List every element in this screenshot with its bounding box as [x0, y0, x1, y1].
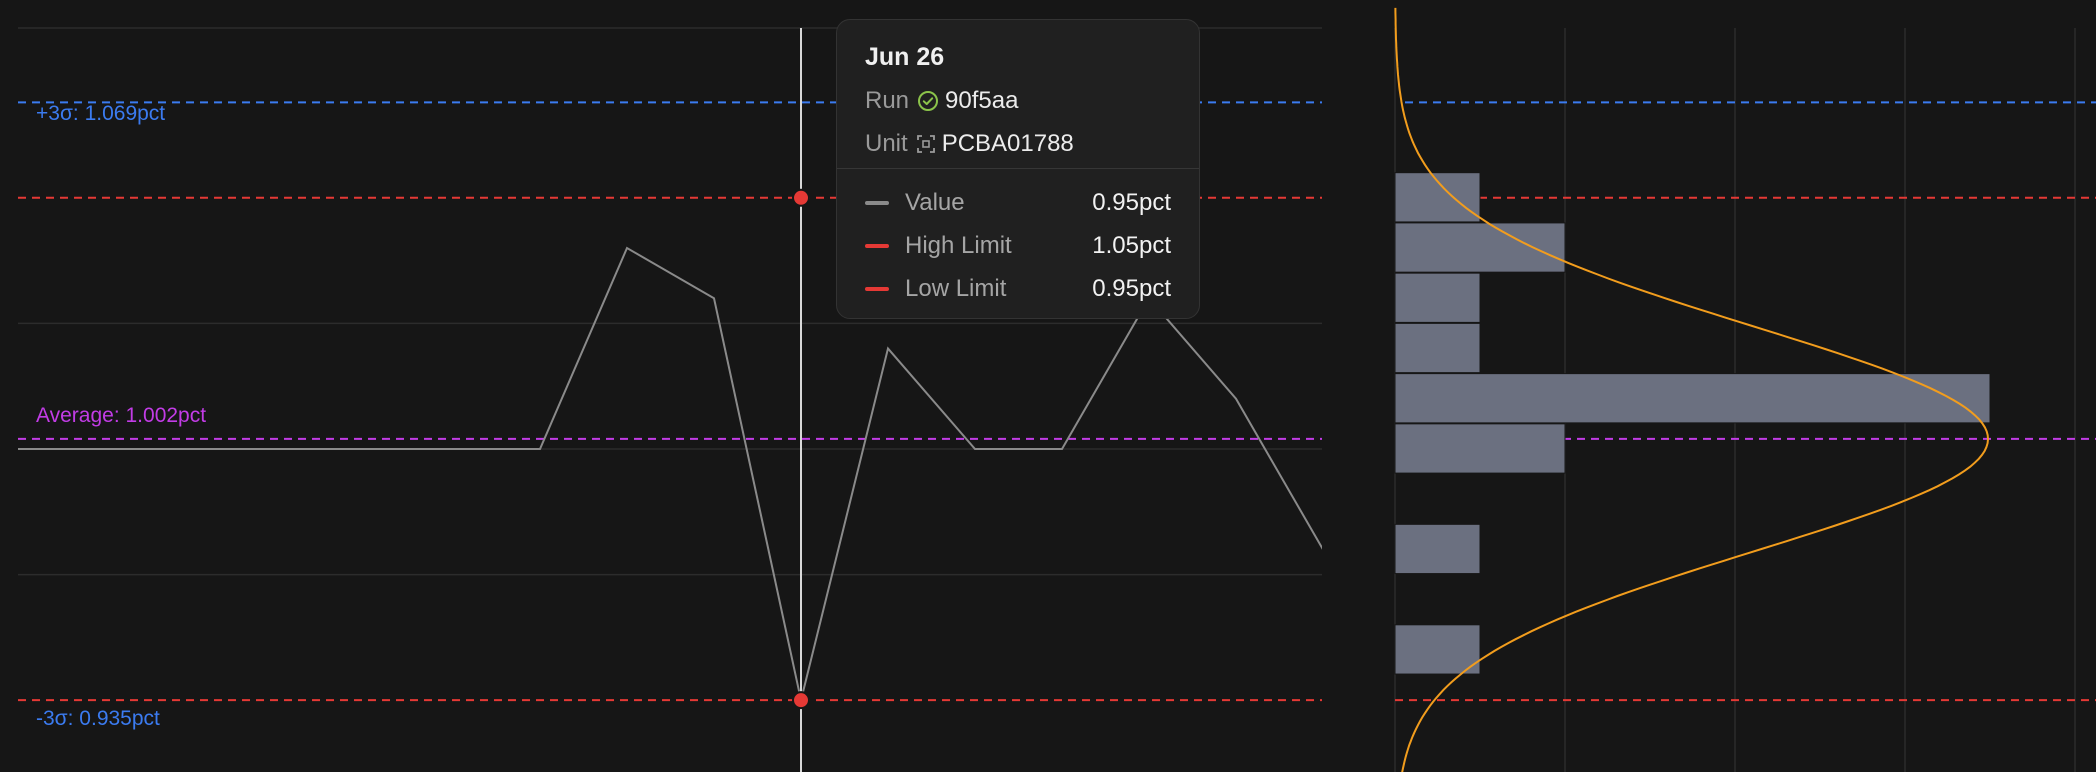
plus-3-sigma-label: +3σ: 1.069pct — [36, 102, 165, 125]
histogram-bar — [1394, 423, 1566, 474]
tooltip-row-number: 1.05pct — [1092, 231, 1171, 259]
minus-3-sigma-label: -3σ: 0.935pct — [36, 707, 160, 730]
tooltip-run: Run 90f5aa — [865, 79, 1171, 122]
hover-tooltip: Jun 26 Run 90f5aa Unit PCBA01788 Value 0… — [836, 19, 1200, 319]
tooltip-unit-label: Unit — [865, 130, 908, 157]
high-limit-marker — [792, 188, 810, 207]
tooltip-row-value: Value 0.95pct — [865, 181, 1171, 224]
hover-crosshair — [792, 28, 810, 772]
histogram-bar — [1394, 624, 1481, 675]
tooltip-date: Jun 26 — [865, 43, 945, 71]
check-circle-icon — [917, 90, 939, 112]
value-swatch — [865, 200, 889, 205]
tooltip-row-label: High Limit — [905, 231, 1012, 259]
histogram-bar — [1394, 222, 1566, 273]
value-series[interactable] — [18, 246, 1410, 701]
tooltip-unit-value: PCBA01788 — [941, 130, 1074, 157]
tooltip-row-high-limit: High Limit 1.05pct — [865, 224, 1171, 267]
histogram-bar — [1394, 373, 1991, 424]
tooltip-row-label: Value — [905, 188, 965, 216]
tooltip-run-label: Run — [865, 87, 910, 114]
tooltip-row-number: 0.95pct — [1092, 274, 1171, 302]
tooltip-unit: Unit PCBA01788 — [865, 122, 1171, 165]
value-marker — [792, 691, 810, 710]
histogram-bar — [1394, 322, 1481, 374]
tooltip-row-label: Low Limit — [905, 274, 1007, 302]
histogram-bar — [1394, 272, 1481, 323]
tooltip-run-value: 90f5aa — [945, 87, 1019, 114]
tooltip-row-number: 0.95pct — [1092, 188, 1171, 216]
low-limit-swatch — [865, 286, 889, 291]
high-limit-swatch — [865, 243, 889, 248]
average-label: Average: 1.002pct — [36, 404, 206, 427]
reference-line-labels: +3σ: 1.069pct Average: 1.002pct -3σ: 0.9… — [36, 102, 206, 730]
histogram-bars — [1394, 172, 1991, 675]
histogram-bar — [1394, 523, 1481, 575]
tooltip-row-low-limit: Low Limit 0.95pct — [865, 267, 1171, 310]
value-series-line — [18, 246, 1322, 701]
tooltip-rows: Value 0.95pct High Limit 1.05pct Low Lim… — [837, 169, 1199, 310]
scan-icon — [916, 134, 936, 154]
